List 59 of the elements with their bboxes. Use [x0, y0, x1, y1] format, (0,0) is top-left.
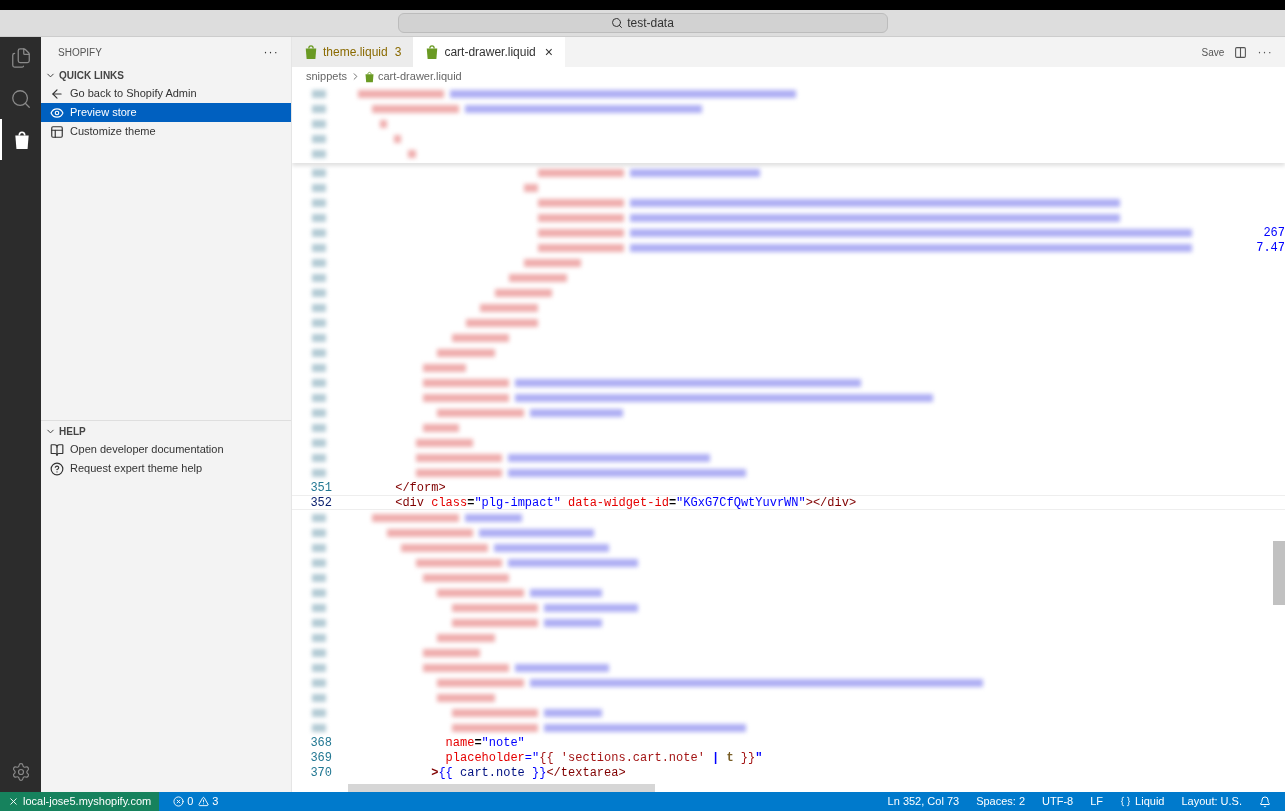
book-icon [50, 442, 64, 457]
help-icon [50, 461, 64, 476]
line-number: 370 [309, 764, 332, 782]
settings-icon[interactable] [10, 762, 31, 782]
braces-icon [1120, 796, 1132, 807]
sidebar-item[interactable]: Customize theme [41, 122, 291, 141]
code-fragment: 7.47 [1256, 239, 1285, 257]
shopping-bag-icon [304, 44, 318, 60]
breadcrumb-item[interactable]: snippets [306, 68, 347, 85]
sidebar-title: SHOPIFY [58, 45, 102, 60]
remote-icon [8, 796, 19, 807]
line-number: 351 [309, 479, 332, 497]
split-editor-icon[interactable] [1234, 45, 1248, 59]
scrollbar-thumb[interactable] [1273, 541, 1285, 605]
line-number: 369 [309, 749, 332, 767]
layout-icon [50, 124, 64, 139]
status-item[interactable]: Spaces: 2 [976, 793, 1026, 810]
remote-indicator[interactable]: local-jose5.myshopify.com [0, 792, 160, 811]
status-item[interactable]: Ln 352, Col 73 [887, 793, 960, 810]
code-line: <div class="plg-impact" data-widget-id="KGxG7CfQwtYuvrWN"></div> [395, 494, 857, 512]
shopping-bag-icon[interactable] [12, 129, 31, 150]
editor-tab[interactable]: theme.liquid 3 [292, 37, 414, 67]
files-icon[interactable] [9, 46, 32, 69]
code-line: name="note" [445, 734, 525, 752]
save-button[interactable]: Save [1201, 44, 1225, 60]
search-icon [611, 17, 624, 29]
problem-count: 3 [394, 44, 402, 61]
error-icon [173, 796, 185, 807]
sidebar-item[interactable]: Preview store [41, 103, 291, 122]
more-actions[interactable]: ··· [263, 43, 279, 61]
sidebar-item[interactable]: Go back to Shopify Admin [41, 84, 291, 103]
code-line: >{{ cart.note }}</textarea> [431, 764, 626, 782]
sidebar-item[interactable]: Request expert theme help [41, 459, 291, 478]
code-line: placeholder="{{ 'sections.cart.note' | t }}" [445, 749, 763, 767]
close-button[interactable]: × [544, 41, 553, 63]
command-center-text: test-data [627, 15, 674, 32]
scrollbar-thumb[interactable] [348, 784, 655, 792]
code-fragment: 267 [1263, 224, 1285, 242]
code-line: </form> [395, 479, 446, 497]
section-header[interactable]: QUICK LINKS [59, 68, 124, 83]
shopping-bag-icon [425, 44, 440, 60]
status-item[interactable]: Layout: U.S. [1181, 793, 1242, 810]
search-icon[interactable] [9, 87, 32, 110]
status-item[interactable]: Liquid [1120, 793, 1165, 810]
status-item[interactable]: LF [1090, 793, 1104, 810]
eye-icon [50, 105, 64, 120]
editor-tab[interactable]: cart-drawer.liquid × [413, 37, 565, 67]
shopping-bag-icon [364, 70, 375, 83]
more-actions[interactable]: ··· [1257, 43, 1273, 61]
line-number: 352 [309, 494, 332, 512]
notifications-icon[interactable] [1259, 795, 1271, 808]
section-header[interactable]: HELP [59, 424, 86, 439]
sidebar-item[interactable]: Open developer documentation [41, 440, 291, 459]
warning-icon [198, 796, 210, 807]
breadcrumb-item[interactable]: cart-drawer.liquid [378, 68, 462, 85]
line-number: 368 [309, 734, 332, 752]
status-item[interactable]: UTF-8 [1042, 793, 1074, 810]
problems-indicator[interactable]: 0 3 [173, 793, 219, 810]
command-center[interactable]: test-data [397, 13, 888, 33]
